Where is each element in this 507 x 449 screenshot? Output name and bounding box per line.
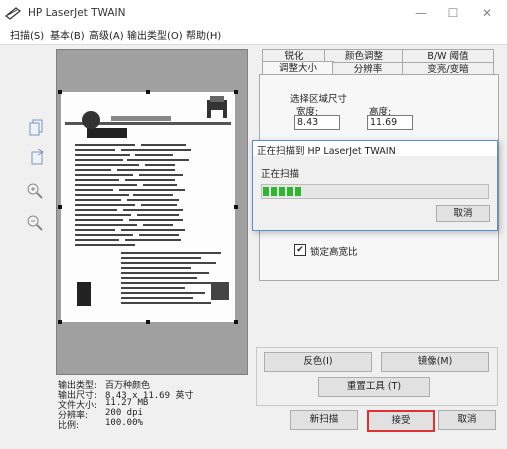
scan-progress-dialog: 正在扫描到 HP LaserJet TWAIN 正在扫描 取消	[252, 140, 498, 231]
close-button[interactable]: ✕	[470, 4, 504, 22]
progress-segment	[271, 187, 277, 196]
height-field[interactable]: 11.69	[367, 115, 413, 130]
crop-handle-tl[interactable]	[58, 90, 62, 94]
crop-handle-bl[interactable]	[58, 320, 62, 324]
progress-segment	[279, 187, 285, 196]
size-group-label: 选择区域尺寸	[290, 94, 348, 105]
new-scan-button[interactable]: 新扫描	[290, 410, 358, 430]
scan-progress-bar	[261, 184, 489, 199]
crop-handle-mr[interactable]	[234, 205, 238, 209]
menu-basic[interactable]: 基本(B)	[50, 27, 85, 42]
lock-aspect-checkbox[interactable]: ✔	[294, 244, 306, 256]
file-size-value: 11.27 MB	[105, 398, 149, 408]
reset-tools-button[interactable]: 重置工具 (T)	[318, 377, 430, 397]
scanned-document-preview	[61, 92, 235, 322]
menu-scan[interactable]: 扫描(S)	[10, 27, 44, 42]
dialog-cancel-button[interactable]: 取消	[436, 205, 490, 222]
dialog-title: 正在扫描到 HP LaserJet TWAIN	[257, 146, 396, 157]
zoom-in-icon[interactable]	[26, 182, 44, 200]
crop-handle-ml[interactable]	[58, 205, 62, 209]
menu-output-type[interactable]: 输出类型(O)	[127, 27, 183, 42]
progress-segment	[295, 187, 301, 196]
accept-button[interactable]: 接受	[367, 410, 435, 432]
minimize-button[interactable]: —	[404, 4, 438, 22]
scan-area-icon[interactable]	[28, 118, 46, 136]
menu-advanced[interactable]: 高级(A)	[89, 27, 124, 42]
zoom-out-icon[interactable]	[26, 214, 44, 232]
title-bar: HP LaserJet TWAIN — ☐ ✕	[0, 0, 507, 26]
dialog-title-bar: 正在扫描到 HP LaserJet TWAIN	[253, 141, 497, 157]
crop-handle-bm[interactable]	[146, 320, 150, 324]
scanner-app-icon	[5, 7, 21, 20]
crop-handle-br[interactable]	[234, 320, 238, 324]
scale-value: 100.00%	[105, 418, 143, 428]
maximize-button[interactable]: ☐	[436, 4, 470, 22]
tab-bw-threshold[interactable]: B/W 阈值	[402, 49, 494, 63]
invert-button[interactable]: 反色(I)	[264, 352, 372, 372]
width-field[interactable]: 8.43	[294, 115, 340, 130]
crop-handle-tm[interactable]	[146, 90, 150, 94]
scan-status-text: 正在扫描	[261, 169, 300, 180]
mirror-button[interactable]: 镜像(M)	[381, 352, 489, 372]
progress-segment	[263, 187, 269, 196]
resolution-value: 200 dpi	[105, 408, 143, 418]
cancel-button[interactable]: 取消	[438, 410, 496, 430]
progress-segment	[287, 187, 293, 196]
window-title: HP LaserJet TWAIN	[28, 7, 126, 19]
crop-handle-tr[interactable]	[234, 90, 238, 94]
lock-aspect-label: 锁定高宽比	[310, 247, 358, 258]
rotate-icon[interactable]	[28, 148, 46, 166]
scale-label: 比例:	[58, 421, 80, 431]
menu-help[interactable]: 帮助(H)	[186, 27, 221, 42]
tab-color-adjust[interactable]: 颜色调整	[324, 49, 404, 63]
menu-bar: 扫描(S) 基本(B) 高级(A) 输出类型(O) 帮助(H)	[0, 27, 507, 43]
document-content	[65, 96, 231, 306]
